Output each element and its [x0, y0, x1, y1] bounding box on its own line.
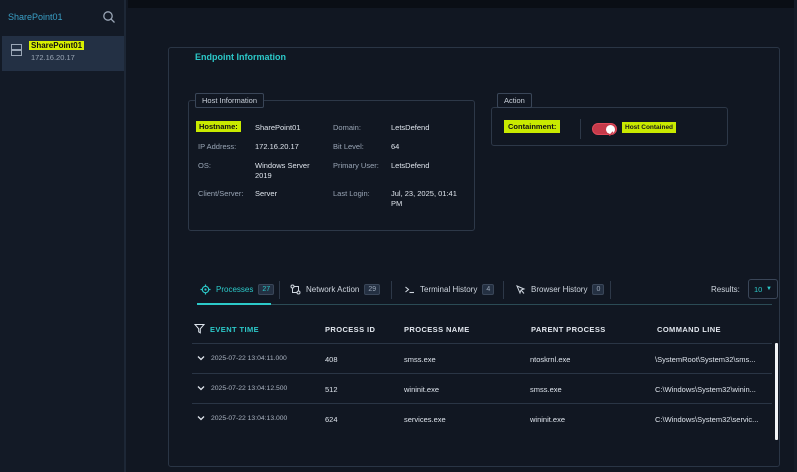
cell-process-id: 512 — [325, 385, 338, 394]
page-title: Endpoint Information — [195, 52, 286, 62]
cell-process-name: wininit.exe — [404, 385, 440, 394]
tab-count: 4 — [482, 283, 495, 295]
chevron-down-icon[interactable] — [197, 384, 205, 392]
top-bar — [128, 0, 797, 8]
results-per-page-select[interactable]: 10 ▼ — [748, 279, 778, 299]
bit-level-value: 64 — [391, 142, 400, 151]
client-server-key: Client/Server: — [198, 189, 244, 198]
tab-label: Browser History — [531, 284, 588, 294]
sidebar-item-sharepoint01[interactable]: SharePoint01 172.16.20.17 — [2, 36, 124, 71]
os-key: OS: — [198, 161, 211, 170]
header-process-id[interactable]: PROCESS ID — [325, 325, 375, 334]
tab-divider — [391, 281, 392, 299]
cell-event-time: 2025-07-22 13:04:13.000 — [211, 415, 288, 422]
filter-icon[interactable] — [194, 323, 205, 334]
gear-icon — [200, 284, 211, 294]
action-divider — [580, 119, 581, 139]
tab-divider — [503, 281, 504, 299]
table-row[interactable]: 2025-07-22 13:04:13.000 624 services.exe… — [192, 403, 772, 433]
tab-terminal-history[interactable]: Terminal History 4 — [404, 278, 495, 300]
chevron-down-icon: ▼ — [766, 286, 772, 292]
cell-parent-process: ntoskrnl.exe — [530, 355, 571, 364]
cell-parent-process: wininit.exe — [530, 415, 566, 424]
domain-value: LetsDefend — [391, 123, 430, 132]
action-label: Action — [497, 93, 532, 108]
sidebar: SharePoint01 172.16.20.17 — [0, 0, 126, 472]
table-row[interactable]: 2025-07-22 13:04:11.000 408 smss.exe nto… — [192, 343, 772, 373]
check-icon — [607, 131, 614, 137]
containment-toggle[interactable] — [592, 123, 617, 137]
tab-divider — [610, 281, 611, 299]
cell-event-time: 2025-07-22 13:04:12.500 — [211, 385, 288, 392]
os-value: Windows Server 2019 — [255, 161, 310, 180]
cell-process-id: 624 — [325, 415, 338, 424]
tab-label: Processes — [216, 284, 254, 294]
containment-key: Containment: — [504, 120, 561, 133]
tab-bar: Processes 27 Network Action 29 Terminal … — [192, 278, 780, 302]
last-login-key: Last Login: — [333, 189, 370, 198]
client-server-value: Server — [255, 189, 278, 198]
cell-command-line: C:\Windows\System32\servic... — [655, 415, 759, 424]
server-icon — [11, 44, 22, 56]
hostname-value: SharePoint01 — [255, 123, 301, 132]
search-icon[interactable] — [102, 10, 116, 24]
tab-count: 29 — [364, 283, 381, 295]
cell-process-id: 408 — [325, 355, 338, 364]
cell-command-line: C:\Windows\System32\winin... — [655, 385, 756, 394]
header-event-time[interactable]: EVENT TIME — [210, 325, 259, 334]
tab-browser-history[interactable]: Browser History 0 — [515, 278, 605, 300]
header-process-name[interactable]: PROCESS NAME — [404, 325, 470, 334]
primary-user-value: LetsDefend — [391, 161, 430, 170]
tab-divider — [279, 281, 280, 299]
tab-count: 0 — [592, 283, 605, 295]
ip-address-key: IP Address: — [198, 142, 237, 151]
network-icon — [290, 284, 301, 294]
cell-event-time: 2025-07-22 13:04:11.000 — [211, 355, 287, 362]
table-row[interactable]: 2025-07-22 13:04:12.500 512 wininit.exe … — [192, 373, 772, 403]
cell-command-line: \SystemRoot\System32\sms... — [655, 355, 756, 364]
table-scrollbar[interactable] — [775, 343, 778, 440]
chevron-down-icon[interactable] — [197, 354, 205, 362]
sidebar-item-ip: 172.16.20.17 — [31, 53, 75, 62]
tab-count: 27 — [258, 283, 275, 295]
tab-processes[interactable]: Processes 27 — [200, 278, 275, 300]
header-command-line[interactable]: COMMAND LINE — [657, 325, 721, 334]
results-label: Results: — [711, 285, 740, 294]
active-tab-indicator — [197, 303, 271, 305]
ip-address-value: 172.16.20.17 — [255, 142, 299, 151]
tab-label: Network Action — [306, 284, 360, 294]
cell-parent-process: smss.exe — [530, 385, 562, 394]
header-parent-process[interactable]: PARENT PROCESS — [531, 325, 606, 334]
bit-level-key: Bit Level: — [333, 142, 364, 151]
host-information-label: Host Information — [195, 93, 265, 108]
cell-process-name: smss.exe — [404, 355, 436, 364]
host-information-panel — [188, 100, 475, 231]
chevron-down-icon[interactable] — [197, 414, 205, 422]
cell-process-name: services.exe — [404, 415, 446, 424]
results-value: 10 — [754, 284, 763, 294]
primary-user-key: Primary User: — [333, 161, 379, 170]
toggle-knob — [606, 125, 615, 137]
hostname-key: Hostname: — [196, 121, 241, 132]
search-input[interactable] — [8, 12, 98, 22]
last-login-value: Jul, 23, 2025, 01:41 PM — [391, 189, 457, 208]
tab-network-action[interactable]: Network Action 29 — [290, 278, 381, 300]
terminal-icon — [405, 286, 414, 293]
tab-underline — [197, 304, 772, 305]
sidebar-search — [4, 8, 122, 28]
cursor-icon — [516, 284, 526, 294]
sidebar-item-name: SharePoint01 — [29, 41, 85, 50]
containment-status-badge: Host Contained — [622, 122, 677, 133]
domain-key: Domain: — [333, 123, 361, 132]
tab-label: Terminal History — [420, 284, 478, 294]
